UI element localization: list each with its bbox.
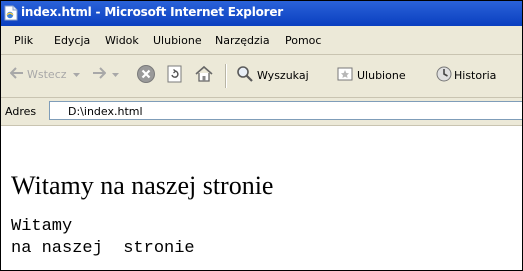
forward-dropdown-icon[interactable] xyxy=(112,68,119,81)
address-value: D:\index.html xyxy=(68,105,143,118)
address-input[interactable]: D:\index.html xyxy=(49,101,522,120)
back-label: Wstecz xyxy=(27,68,67,81)
forward-arrow-icon xyxy=(92,67,107,82)
title-bar[interactable]: index.html - Microsoft Internet Explorer xyxy=(1,1,522,26)
back-button[interactable]: Wstecz xyxy=(9,67,80,82)
preformatted-text: Witamy na naszej stronie xyxy=(11,216,195,260)
address-label: Adres xyxy=(5,105,37,118)
page-heading: Witamy na naszej stronie xyxy=(11,171,274,200)
back-dropdown-icon[interactable] xyxy=(72,68,80,81)
stop-button[interactable] xyxy=(136,64,156,87)
back-arrow-icon xyxy=(9,67,24,82)
window-title: index.html - Microsoft Internet Explorer xyxy=(21,5,284,19)
stop-icon xyxy=(136,64,156,87)
favorites-label: Ulubione xyxy=(357,69,406,82)
home-icon xyxy=(194,64,214,87)
forward-button[interactable] xyxy=(92,67,119,82)
menu-bar: Plik Edycja Widok Ulubione Narzędzia Pom… xyxy=(1,26,522,55)
address-bar: Adres D:\index.html xyxy=(1,98,522,126)
menu-favorites[interactable]: Ulubione xyxy=(153,34,202,47)
search-icon xyxy=(236,65,254,86)
history-label: Historia xyxy=(454,69,497,82)
toolbar: Wstecz Wyszukaj Ulubione Historia xyxy=(1,55,522,98)
refresh-icon xyxy=(165,64,185,87)
browser-window: index.html - Microsoft Internet Explorer… xyxy=(0,0,523,271)
search-label: Wyszukaj xyxy=(257,69,309,82)
menu-help[interactable]: Pomoc xyxy=(285,34,321,47)
favorites-icon xyxy=(336,65,354,86)
menu-file[interactable]: Plik xyxy=(14,34,33,47)
menu-tools[interactable]: Narzędzia xyxy=(215,34,270,47)
menu-edit[interactable]: Edycja xyxy=(54,34,90,47)
pre-line: na naszej stronie xyxy=(11,239,195,258)
favorites-button[interactable]: Ulubione xyxy=(336,65,406,86)
refresh-button[interactable] xyxy=(165,64,185,87)
history-icon xyxy=(435,65,453,86)
pre-line: Witamy xyxy=(11,217,73,236)
home-button[interactable] xyxy=(194,64,214,87)
menu-view[interactable]: Widok xyxy=(105,34,139,47)
history-button[interactable]: Historia xyxy=(435,65,496,86)
toolbar-separator xyxy=(225,64,227,88)
search-button[interactable]: Wyszukaj xyxy=(236,65,309,86)
document-icon xyxy=(4,5,18,21)
page-content: Witamy na naszej stronie Witamy na nasze… xyxy=(1,126,522,270)
